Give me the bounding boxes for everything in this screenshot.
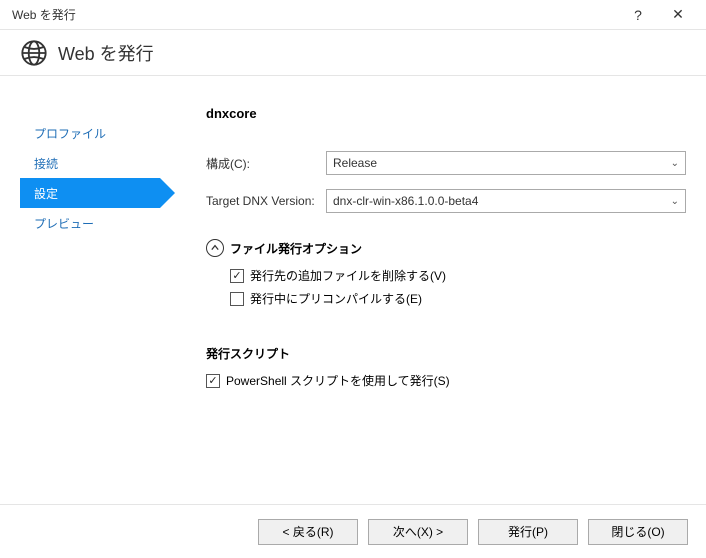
precompile-label: 発行中にプリコンパイルする(E) (250, 290, 422, 307)
collapse-icon[interactable] (206, 239, 224, 257)
file-options-title: ファイル発行オプション (230, 240, 362, 257)
powershell-label: PowerShell スクリプトを使用して発行(S) (226, 372, 450, 389)
precompile-checkbox[interactable] (230, 292, 244, 306)
config-select[interactable]: Release ⌄ (326, 151, 686, 175)
dnx-value: dnx-clr-win-x86.1.0.0-beta4 (333, 194, 478, 208)
delete-extra-label: 発行先の追加ファイルを削除する(V) (250, 267, 446, 284)
back-button[interactable]: < 戻る(R) (258, 519, 358, 545)
sidebar-item-settings[interactable]: 設定 (20, 178, 160, 208)
sidebar-item-label: プロファイル (34, 125, 106, 142)
config-value: Release (333, 156, 377, 170)
globe-icon (20, 39, 48, 67)
chevron-down-icon: ⌄ (671, 196, 679, 207)
window-title: Web を発行 (8, 6, 618, 23)
dnx-select[interactable]: dnx-clr-win-x86.1.0.0-beta4 ⌄ (326, 189, 686, 213)
powershell-checkbox[interactable]: ✓ (206, 374, 220, 388)
sidebar-item-label: 設定 (34, 185, 58, 202)
scripts-title: 発行スクリプト (206, 345, 686, 362)
close-button[interactable]: 閉じる(O) (588, 519, 688, 545)
sidebar-item-label: プレビュー (34, 215, 94, 232)
sidebar-item-label: 接続 (34, 155, 58, 172)
sidebar-item-profile[interactable]: プロファイル (20, 118, 160, 148)
header: Web を発行 (0, 30, 706, 76)
chevron-down-icon: ⌄ (671, 158, 679, 169)
footer: < 戻る(R) 次へ(X) > 発行(P) 閉じる(O) (0, 504, 706, 558)
config-label: 構成(C): (206, 155, 326, 172)
publish-button[interactable]: 発行(P) (478, 519, 578, 545)
sidebar-item-connection[interactable]: 接続 (20, 148, 160, 178)
profile-name: dnxcore (206, 106, 686, 121)
main-panel: dnxcore 構成(C): Release ⌄ Target DNX Vers… (170, 76, 706, 504)
sidebar: プロファイル 接続 設定 プレビュー (0, 76, 170, 504)
sidebar-item-preview[interactable]: プレビュー (20, 208, 160, 238)
next-button[interactable]: 次へ(X) > (368, 519, 468, 545)
header-title: Web を発行 (58, 40, 154, 66)
help-icon[interactable]: ? (618, 7, 658, 23)
dnx-label: Target DNX Version: (206, 194, 326, 208)
titlebar: Web を発行 ? ✕ (0, 0, 706, 30)
delete-extra-checkbox[interactable]: ✓ (230, 269, 244, 283)
close-icon[interactable]: ✕ (658, 6, 698, 23)
